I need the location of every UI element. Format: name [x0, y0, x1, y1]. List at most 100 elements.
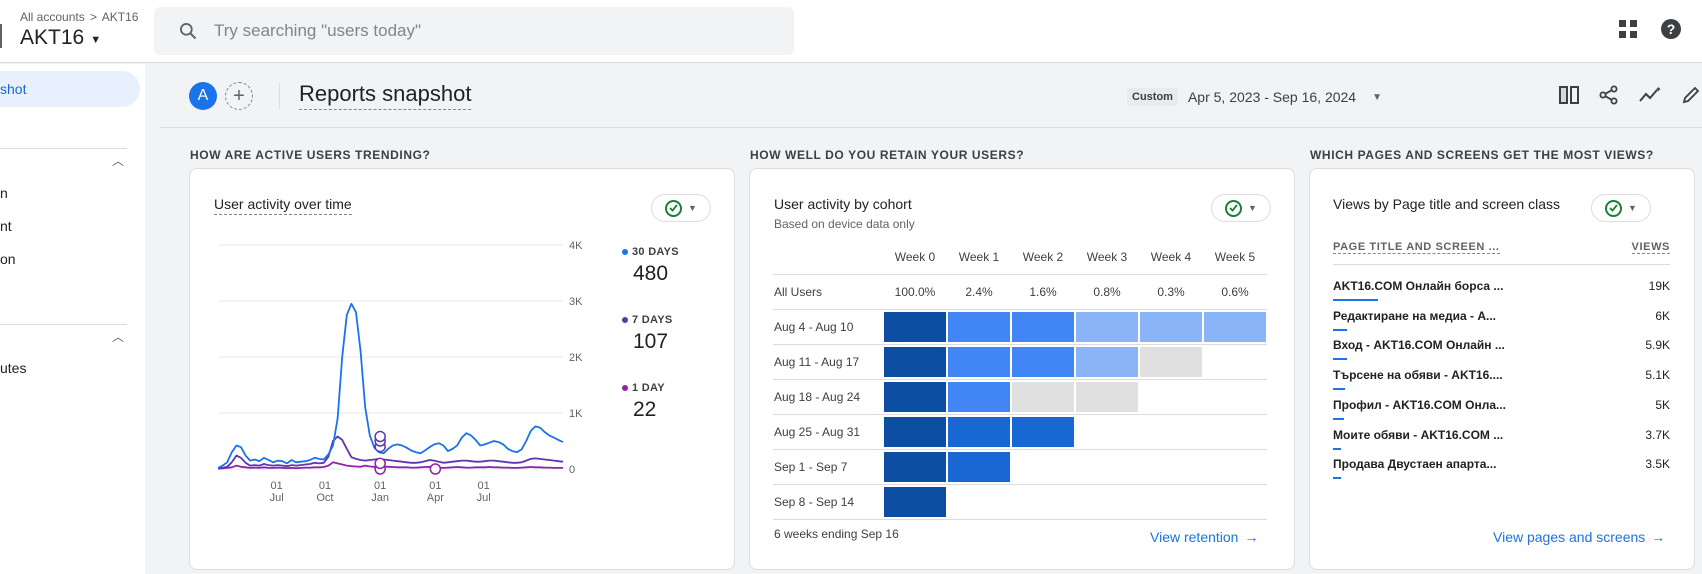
cohort-cell-fill — [884, 486, 946, 517]
top-bar: All accounts > AKT16 AKT16 ▼ ? — [0, 0, 1702, 63]
chevron-up-icon[interactable]: ︿ — [112, 328, 124, 345]
breadcrumb-all-accounts[interactable]: All accounts — [20, 10, 85, 24]
edit-pencil-icon[interactable] — [1680, 84, 1702, 106]
user-cohort-card: User activity by cohort Based on device … — [749, 168, 1295, 570]
account-name: AKT16 — [20, 26, 85, 49]
cohort-cell-fill — [884, 346, 946, 377]
cohort-cell-fill — [1204, 417, 1266, 447]
user-activity-line-chart: 4K3K2K1K001Jul01Oct01Jan01Apr01Jul — [217, 240, 583, 504]
column-header-page-title[interactable]: PAGE TITLE AND SCREEN ... — [1333, 241, 1500, 254]
section-title-active-users: HOW ARE ACTIVE USERS TRENDING? — [190, 148, 431, 162]
cohort-all-users-row: All Users 100.0% 2.4% 1.6% 0.8% 0.3% 0.6… — [773, 274, 1267, 310]
page-title-cell: Профил - AKT16.COM Онла... — [1333, 397, 1507, 412]
page-title-cell: Вход - AKT16.COM Онлайн ... — [1333, 338, 1505, 353]
legend-value-7-days: 107 — [633, 330, 669, 353]
views-cell: 3.7K — [1645, 427, 1670, 442]
cohort-cell-fill — [1012, 311, 1074, 342]
cohort-cell-fill — [884, 416, 946, 447]
card-title: User activity by cohort — [774, 196, 912, 212]
cohort-week-header: Week 2 — [1011, 240, 1075, 275]
cohort-all-users-value: 0.6% — [1203, 274, 1267, 310]
sidebar-item[interactable]: n — [0, 185, 8, 201]
sidebar-item[interactable]: on — [0, 251, 16, 267]
y-tick-label: 4K — [569, 240, 583, 252]
add-comparison-button[interactable]: + — [225, 82, 253, 110]
sidebar-divider — [0, 148, 127, 149]
check-circle-icon — [1225, 199, 1243, 217]
page-title-cell: Моите обяви - AKT16.COM ... — [1333, 427, 1504, 442]
cohort-cell-fill — [948, 487, 1010, 517]
y-tick-label: 0 — [569, 464, 575, 476]
caret-down-icon: ▼ — [1628, 203, 1637, 213]
search-input[interactable] — [214, 21, 774, 41]
cohort-cell — [883, 484, 947, 520]
cohort-row-label: Aug 4 - Aug 10 — [773, 309, 883, 345]
cohort-cell — [1011, 414, 1075, 450]
cohort-cell-fill — [1076, 417, 1138, 447]
view-pages-link[interactable]: View pages and screens → — [1493, 529, 1665, 545]
legend-dot — [622, 249, 628, 256]
cohort-cell — [883, 309, 947, 345]
cohort-cell-fill — [1076, 311, 1138, 342]
legend-label: 7 DAYS — [632, 314, 673, 326]
view-retention-link[interactable]: View retention → — [1150, 529, 1258, 545]
x-tick-day: 01 — [319, 480, 331, 492]
cohort-cell-fill — [1140, 417, 1202, 447]
insight-status-button[interactable]: ▼ — [1211, 194, 1271, 222]
views-bar — [1333, 417, 1345, 420]
caret-down-icon: ▼ — [688, 203, 697, 213]
account-selector[interactable]: AKT16 ▼ — [20, 26, 101, 50]
annotation-marker[interactable] — [374, 430, 386, 443]
insights-icon[interactable]: ✦ — [1638, 84, 1662, 106]
legend-7-days: 7 DAYS — [622, 314, 673, 326]
insight-status-button[interactable]: ▼ — [651, 194, 711, 222]
views-cell: 3.5K — [1645, 457, 1670, 472]
cohort-cell — [947, 344, 1011, 380]
breadcrumb-account[interactable]: AKT16 — [102, 10, 139, 24]
chevron-up-icon[interactable]: ︿ — [112, 152, 124, 169]
date-range-selector[interactable]: Custom Apr 5, 2023 - Sep 16, 2024 ▼ — [1127, 88, 1382, 106]
legend-value-1-day: 22 — [633, 398, 657, 421]
apps-grid-icon[interactable] — [1618, 19, 1638, 39]
cohort-cell — [1203, 379, 1267, 415]
x-tick-day: 01 — [271, 480, 283, 492]
card-title[interactable]: User activity over time — [214, 196, 352, 215]
sidebar: shot ︿ n nt on ︿ utes — [0, 64, 145, 574]
caret-down-icon: ▼ — [1372, 91, 1382, 103]
check-circle-icon — [665, 199, 683, 217]
cohort-cell-fill — [1204, 487, 1266, 517]
cohort-cell — [883, 379, 947, 415]
annotation-marker[interactable] — [374, 457, 386, 470]
sidebar-item[interactable]: nt — [0, 218, 12, 234]
views-cell: 5.1K — [1645, 368, 1670, 383]
report-header: A + Reports snapshot Custom Apr 5, 2023 … — [160, 64, 1702, 128]
cohort-cell-fill — [1012, 416, 1074, 447]
search-bar[interactable] — [154, 7, 794, 55]
cohort-cell-fill — [1140, 382, 1202, 412]
caret-down-icon: ▼ — [1248, 203, 1257, 213]
page-title-cell: AKT16.COM Онлайн борса ... — [1333, 279, 1504, 293]
cohort-table: Week 0 Week 1 Week 2 Week 3 Week 4 Week … — [773, 240, 1267, 520]
avatar[interactable]: A — [189, 82, 217, 110]
cohort-cell — [883, 449, 947, 485]
cohort-cell — [1075, 484, 1139, 520]
cohort-corner — [773, 240, 883, 275]
column-header-views[interactable]: VIEWS — [1631, 241, 1670, 254]
cohort-cell — [947, 449, 1011, 485]
cohort-cell-fill — [1076, 487, 1138, 517]
breadcrumb[interactable]: All accounts > AKT16 — [20, 10, 138, 24]
top-icons: ? — [1618, 18, 1682, 40]
annotation-marker[interactable] — [429, 463, 442, 475]
help-icon[interactable]: ? — [1660, 18, 1682, 40]
share-icon[interactable] — [1598, 84, 1620, 106]
cohort-row-label: Aug 11 - Aug 17 — [773, 344, 883, 380]
sidebar-item[interactable]: utes — [0, 360, 26, 376]
cohort-cell-fill — [948, 346, 1010, 377]
compare-columns-icon[interactable] — [1558, 84, 1580, 106]
sidebar-item-reports-snapshot[interactable]: shot — [0, 71, 140, 107]
insight-status-button[interactable]: ▼ — [1591, 194, 1651, 222]
cohort-cell-fill — [1012, 487, 1074, 517]
table-divider — [1333, 264, 1670, 265]
cohort-cell — [1203, 484, 1267, 520]
header-divider — [279, 83, 280, 109]
